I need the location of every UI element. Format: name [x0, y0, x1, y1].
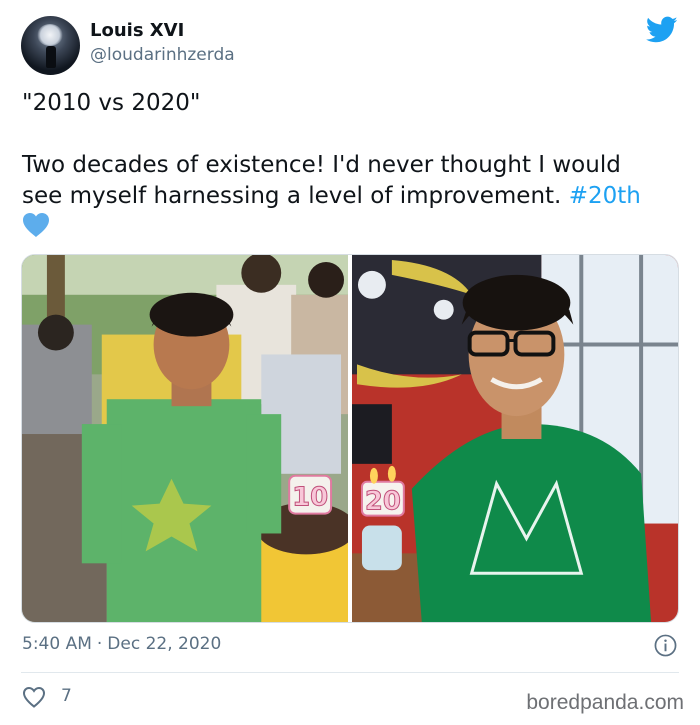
divider	[21, 672, 679, 673]
like-count: 7	[61, 686, 72, 706]
tweet-card: Louis XVI @loudarinhzerda "2010 vs 2020"…	[0, 0, 700, 725]
candle-20-label: 20	[365, 487, 401, 517]
tweet-timestamp[interactable]: 5:40 AM · Dec 22, 2020	[22, 634, 221, 654]
photo-2010-illustration: 10	[22, 255, 348, 622]
tweet-body-line2-text: see myself harnessing a level of improve…	[22, 183, 569, 209]
tweet-title-line: "2010 vs 2020"	[22, 90, 201, 116]
blue-heart-icon	[23, 213, 49, 237]
tweet-body-line1: Two decades of existence! I'd never thou…	[22, 152, 621, 178]
user-handle[interactable]: @loudarinhzerda	[90, 45, 235, 65]
photo-2020[interactable]: 20	[352, 255, 678, 622]
timestamp-separator: ·	[96, 634, 103, 654]
tweet-date: Dec 22, 2020	[107, 634, 222, 654]
moon-icon	[37, 24, 63, 46]
info-icon[interactable]	[654, 634, 677, 657]
tweet-body-line2: see myself harnessing a level of improve…	[22, 181, 682, 212]
hashtag-link[interactable]: #20th	[569, 183, 641, 209]
heart-like-icon[interactable]	[22, 686, 46, 708]
twitter-bird-icon[interactable]	[646, 16, 678, 44]
tweet-time: 5:40 AM	[22, 634, 92, 654]
photo-2010[interactable]: 10	[22, 255, 348, 622]
candle-10-label: 10	[292, 483, 328, 513]
photo-2020-illustration: 20	[352, 255, 678, 622]
tweet-emoji-line	[22, 212, 682, 243]
display-name[interactable]: Louis XVI	[90, 20, 184, 41]
watermark: boredpanda.com	[526, 691, 684, 714]
silhouette-figure	[46, 46, 56, 68]
tweet-text: "2010 vs 2020" Two decades of existence!…	[22, 88, 682, 243]
tweet-media[interactable]: 10 20	[21, 254, 679, 623]
avatar[interactable]	[21, 16, 80, 75]
